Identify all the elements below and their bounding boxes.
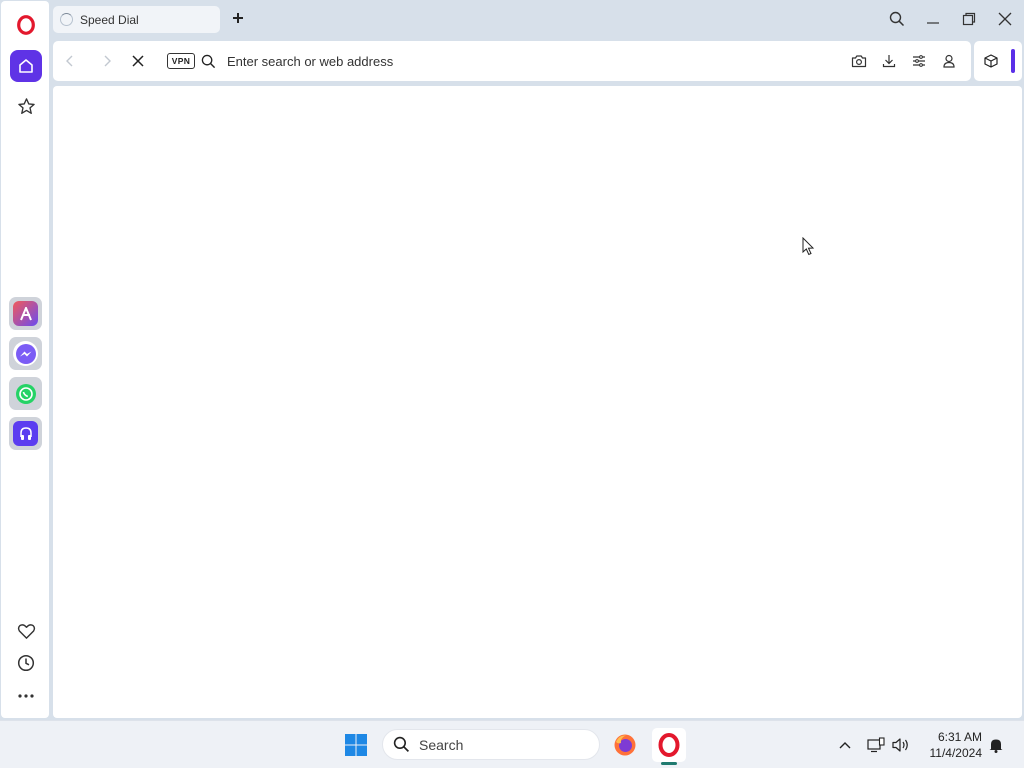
home-icon bbox=[19, 59, 33, 73]
volume-button[interactable] bbox=[891, 735, 911, 755]
back-icon bbox=[66, 55, 73, 67]
clock-time: 6:31 AM bbox=[937, 730, 982, 744]
address-search-icon-wrap bbox=[198, 51, 218, 71]
sidebar-panel-indicator bbox=[1011, 49, 1015, 73]
downloads-button[interactable] bbox=[879, 51, 899, 71]
opera-icon bbox=[658, 733, 680, 757]
opera-logo-icon[interactable] bbox=[10, 9, 42, 41]
more-button[interactable] bbox=[10, 680, 42, 712]
tab-speed-dial[interactable]: Speed Dial bbox=[53, 6, 220, 33]
notifications-button[interactable] bbox=[986, 735, 1006, 755]
extensions-button[interactable] bbox=[981, 51, 1001, 71]
bookmarks-button[interactable] bbox=[10, 615, 42, 647]
clock-date: 11/4/2024 bbox=[929, 746, 983, 760]
back-button[interactable] bbox=[60, 51, 80, 71]
download-icon bbox=[882, 55, 896, 68]
taskbar: 6:31 AM 11/4/2024 bbox=[0, 720, 1024, 768]
bookmarks-heart-icon bbox=[17, 623, 35, 639]
profile-icon bbox=[943, 54, 955, 68]
snapshot-icon bbox=[851, 55, 867, 68]
start-button[interactable] bbox=[339, 728, 373, 762]
music-player-app-icon bbox=[13, 421, 38, 446]
minimize-icon bbox=[927, 22, 939, 24]
easy-setup-button[interactable] bbox=[909, 51, 929, 71]
search-icon bbox=[201, 54, 215, 68]
search-icon bbox=[393, 736, 410, 753]
forward-icon bbox=[104, 55, 111, 67]
forward-button[interactable] bbox=[97, 51, 117, 71]
volume-icon bbox=[892, 738, 908, 752]
whatsapp-app-button[interactable] bbox=[9, 377, 42, 410]
tab-title: Speed Dial bbox=[80, 12, 139, 27]
stop-loading-button[interactable] bbox=[128, 51, 148, 71]
pinboards-button[interactable] bbox=[10, 90, 42, 122]
search-icon bbox=[889, 11, 905, 27]
restore-icon bbox=[962, 12, 976, 26]
browser-window: Speed Dial VPN bbox=[0, 0, 1024, 720]
messenger-app-icon bbox=[13, 341, 38, 366]
address-toolbar: VPN bbox=[53, 41, 971, 81]
windows-start-icon bbox=[345, 734, 367, 756]
new-tab-button[interactable] bbox=[229, 9, 247, 27]
chevron-up-icon bbox=[839, 742, 851, 749]
sidebar bbox=[1, 1, 49, 718]
search-tabs-button[interactable] bbox=[886, 8, 908, 30]
opera-taskbar-button[interactable] bbox=[652, 728, 686, 762]
close-icon bbox=[998, 12, 1012, 26]
network-button[interactable] bbox=[866, 735, 886, 755]
easy-setup-icon bbox=[913, 55, 925, 67]
snapshot-button[interactable] bbox=[849, 51, 869, 71]
stop-loading-icon bbox=[132, 55, 144, 67]
running-app-indicator bbox=[661, 762, 677, 765]
firefox-icon bbox=[614, 734, 636, 756]
notification-bell-icon bbox=[989, 739, 1003, 753]
taskbar-search-input[interactable] bbox=[419, 736, 579, 753]
whatsapp-app-icon bbox=[13, 381, 38, 406]
plus-icon bbox=[233, 13, 243, 23]
mouse-cursor-icon bbox=[802, 237, 815, 256]
minimize-button[interactable] bbox=[922, 8, 944, 30]
vpn-badge[interactable]: VPN bbox=[167, 53, 195, 69]
show-hidden-icons-button[interactable] bbox=[835, 735, 855, 755]
more-icon bbox=[18, 694, 34, 698]
home-button[interactable] bbox=[10, 50, 42, 82]
network-icon bbox=[867, 737, 885, 753]
address-input[interactable] bbox=[227, 52, 787, 70]
pinboards-icon bbox=[17, 97, 35, 114]
page-content bbox=[53, 86, 1022, 718]
extensions-icon bbox=[984, 54, 998, 68]
taskbar-search[interactable] bbox=[382, 729, 600, 760]
aria-app-icon bbox=[13, 301, 38, 326]
close-button[interactable] bbox=[994, 8, 1016, 30]
restore-button[interactable] bbox=[958, 8, 980, 30]
aria-app-button[interactable] bbox=[9, 297, 42, 330]
firefox-taskbar-button[interactable] bbox=[608, 728, 642, 762]
history-button[interactable] bbox=[10, 647, 42, 679]
messenger-app-button[interactable] bbox=[9, 337, 42, 370]
loading-spinner-icon bbox=[60, 13, 73, 26]
system-clock[interactable]: 6:31 AM 11/4/2024 bbox=[920, 729, 983, 761]
history-icon bbox=[17, 654, 35, 672]
music-player-app-button[interactable] bbox=[9, 417, 42, 450]
profile-button[interactable] bbox=[939, 51, 959, 71]
